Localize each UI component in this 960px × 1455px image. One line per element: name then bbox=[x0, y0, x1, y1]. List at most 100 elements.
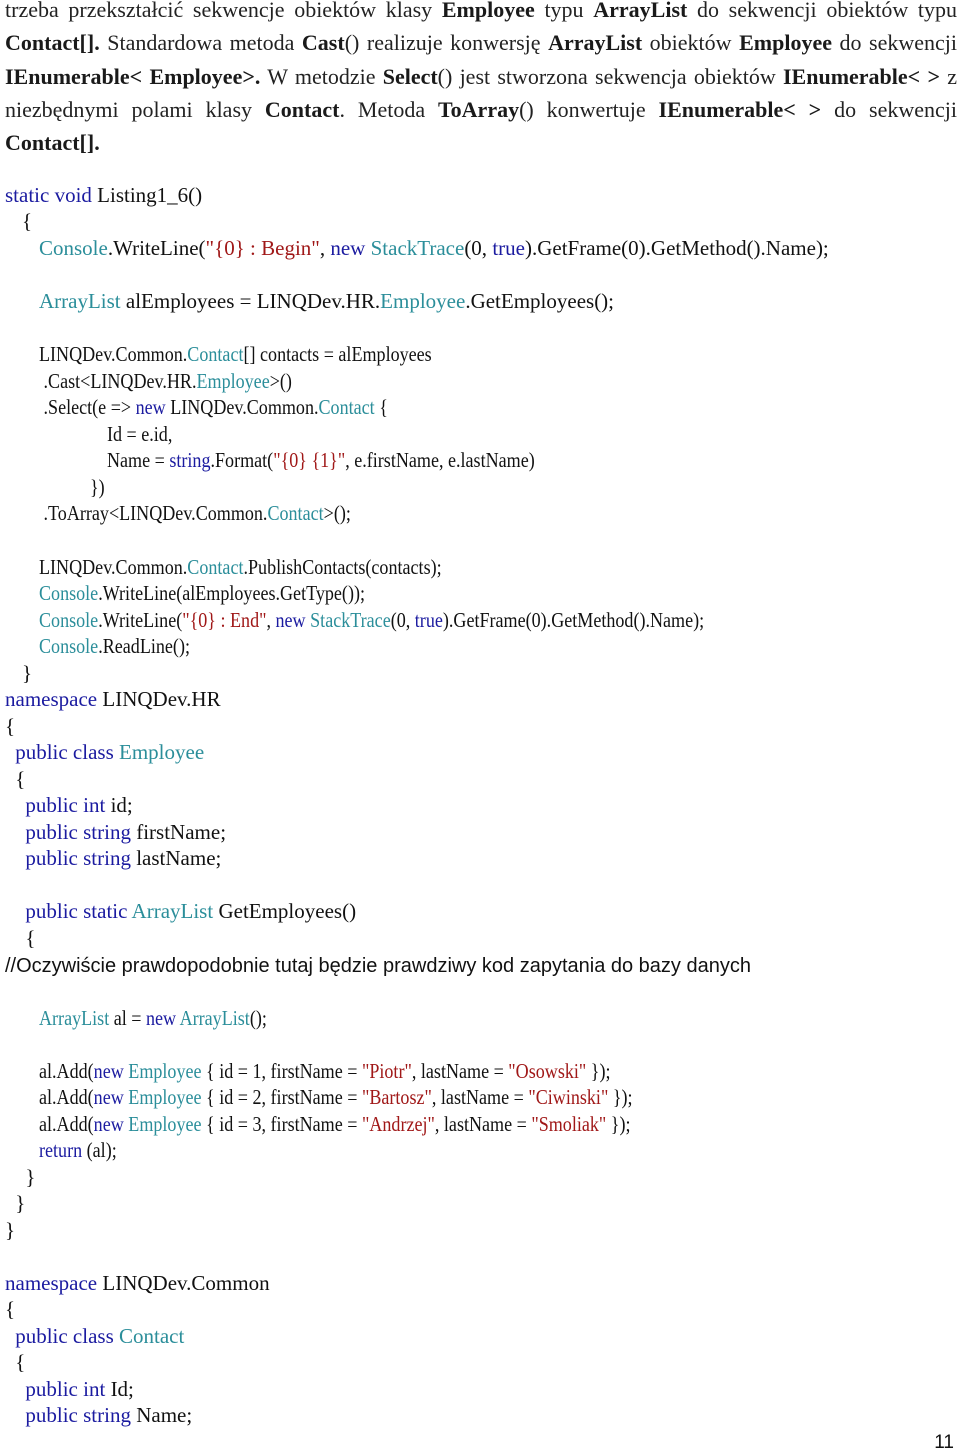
intro-text: do sekwencji obiektów typu bbox=[687, 0, 957, 22]
code-keyword: namespace bbox=[5, 1271, 103, 1295]
code-line-content: Console.ReadLine(); bbox=[39, 633, 190, 660]
code-keyword: public class bbox=[15, 740, 119, 764]
intro-bold-term: ArrayList bbox=[593, 0, 688, 22]
code-line-content: public string Name; bbox=[25, 1402, 192, 1429]
code-line-content: } bbox=[5, 1217, 15, 1244]
code-keyword: return bbox=[39, 1138, 83, 1162]
code-text: , bbox=[266, 608, 276, 632]
code-line-content: public class Contact bbox=[15, 1323, 184, 1350]
code-type: Employee bbox=[119, 740, 205, 764]
code-line-content: { bbox=[25, 925, 35, 952]
code-text: } bbox=[22, 661, 33, 685]
code-line-content: al.Add(new Employee { id = 3, firstName … bbox=[39, 1111, 631, 1138]
code-line: return (al); bbox=[39, 1137, 129, 1164]
code-keyword: new bbox=[275, 608, 311, 632]
code-text: { bbox=[22, 209, 33, 233]
intro-bold-term: ArrayList bbox=[548, 30, 643, 56]
code-line: .ToArray<LINQDev.Common.Contact>(); bbox=[39, 500, 402, 527]
code-type: Contact bbox=[267, 501, 324, 525]
code-type: Employee bbox=[128, 1059, 202, 1083]
intro-bold-term: Cast bbox=[301, 30, 345, 56]
code-string: "Andrzej" bbox=[361, 1112, 435, 1136]
code-text: , lastName = bbox=[431, 1085, 529, 1109]
code-type: Contact bbox=[187, 555, 244, 579]
code-text: al.Add( bbox=[39, 1059, 94, 1083]
code-line: ArrayList al = new ArrayList(); bbox=[39, 1005, 304, 1032]
code-line: public string firstName; bbox=[25, 819, 226, 846]
intro-text: typu bbox=[534, 0, 594, 22]
code-text: .ReadLine(); bbox=[98, 634, 190, 658]
code-line-content: al.Add(new Employee { id = 2, firstName … bbox=[39, 1084, 633, 1111]
code-text: .WriteLine(alEmployees.GetType()); bbox=[98, 581, 366, 605]
code-line-content: Console.WriteLine("{0} : Begin", new Sta… bbox=[39, 235, 829, 262]
code-keyword: public string bbox=[25, 1403, 137, 1427]
code-line-content: LINQDev.Common.Contact.PublishContacts(c… bbox=[39, 554, 442, 581]
code-text: .WriteLine( bbox=[98, 608, 183, 632]
code-type: ArrayList bbox=[131, 899, 214, 923]
code-line: LINQDev.Common.Contact.PublishContacts(c… bbox=[39, 554, 507, 581]
code-type: StackTrace bbox=[310, 608, 391, 632]
code-line: .Cast<LINQDev.HR.Employee>() bbox=[39, 368, 333, 395]
code-line: public class Contact bbox=[15, 1323, 184, 1350]
intro-bold-term: Contact[]. bbox=[5, 30, 100, 56]
code-text: { bbox=[25, 926, 36, 950]
code-line: } bbox=[25, 1164, 35, 1191]
code-keyword: true bbox=[414, 608, 443, 632]
code-line: } bbox=[5, 1217, 15, 1244]
code-line-content: { bbox=[5, 713, 15, 740]
intro-text: . Metoda bbox=[339, 96, 439, 122]
code-line: Console.WriteLine("{0} : End", new Stack… bbox=[39, 607, 812, 634]
code-type: Console bbox=[39, 236, 108, 260]
code-line-content: //Oczywiście prawdopodobnie tutaj będzie… bbox=[5, 952, 751, 980]
code-keyword: new bbox=[93, 1112, 129, 1136]
code-text: Id = e.id, bbox=[107, 422, 173, 446]
code-text: , e.firstName, e.lastName) bbox=[345, 448, 535, 472]
code-type: Console bbox=[39, 608, 99, 632]
code-string: "{0} : End" bbox=[182, 608, 267, 632]
code-text: (0, bbox=[464, 236, 493, 260]
code-type: Contact bbox=[187, 342, 244, 366]
code-type: Contact bbox=[119, 1324, 185, 1348]
code-keyword: namespace bbox=[5, 687, 103, 711]
code-text: .Select(e => bbox=[39, 395, 136, 419]
intro-text: do sekwencji bbox=[831, 30, 958, 56]
code-type: ArrayList bbox=[39, 289, 121, 313]
code-line: public static ArrayList GetEmployees() bbox=[25, 898, 356, 925]
code-text: , bbox=[319, 236, 331, 260]
code-text: alEmployees = LINQDev.HR. bbox=[120, 289, 381, 313]
code-text: (); bbox=[249, 1006, 267, 1030]
code-text: Id; bbox=[110, 1377, 134, 1401]
code-text: id; bbox=[110, 793, 133, 817]
code-keyword: public int bbox=[25, 1377, 111, 1401]
code-text: >(); bbox=[323, 501, 351, 525]
code-text: firstName; bbox=[136, 820, 227, 844]
code-line-content: .Cast<LINQDev.HR.Employee>() bbox=[39, 368, 292, 395]
code-line: Name = string.Format("{0} {1}", e.firstN… bbox=[107, 447, 604, 474]
intro-bold-term: Contact[]. bbox=[5, 130, 100, 156]
code-type: ArrayList bbox=[39, 1006, 110, 1030]
intro-text: () jest stworzona sekwencja obiektów bbox=[437, 63, 783, 89]
code-text: LINQDev.HR bbox=[102, 687, 221, 711]
code-text: .GetEmployees(); bbox=[465, 289, 615, 313]
code-line-content: public int Id; bbox=[25, 1376, 134, 1403]
code-line: { bbox=[15, 766, 25, 793]
code-keyword: new bbox=[145, 1006, 180, 1030]
code-text: }); bbox=[606, 1112, 631, 1136]
code-line-content: .ToArray<LINQDev.Common.Contact>(); bbox=[39, 500, 351, 527]
code-keyword: public int bbox=[25, 793, 111, 817]
code-line-content: Id = e.id, bbox=[107, 421, 172, 448]
code-text: LINQDev.Common bbox=[102, 1271, 270, 1295]
code-text: al = bbox=[109, 1006, 146, 1030]
code-text: ).GetFrame(0).GetMethod().Name); bbox=[524, 236, 829, 260]
code-line: } bbox=[15, 1190, 25, 1217]
code-line-content: public class Employee bbox=[15, 739, 204, 766]
code-line-content: .Select(e => new LINQDev.Common.Contact … bbox=[39, 394, 388, 421]
code-line: Console.WriteLine("{0} : Begin", new Sta… bbox=[39, 235, 829, 262]
code-line: { bbox=[5, 1296, 15, 1323]
code-line-content: namespace LINQDev.HR bbox=[5, 686, 221, 713]
intro-text: W metodzie bbox=[260, 63, 383, 89]
code-text: { id = 1, firstName = bbox=[201, 1059, 362, 1083]
intro-text: () konwertuje bbox=[519, 96, 659, 122]
code-text: >() bbox=[269, 369, 292, 393]
code-text: { id = 2, firstName = bbox=[201, 1085, 362, 1109]
